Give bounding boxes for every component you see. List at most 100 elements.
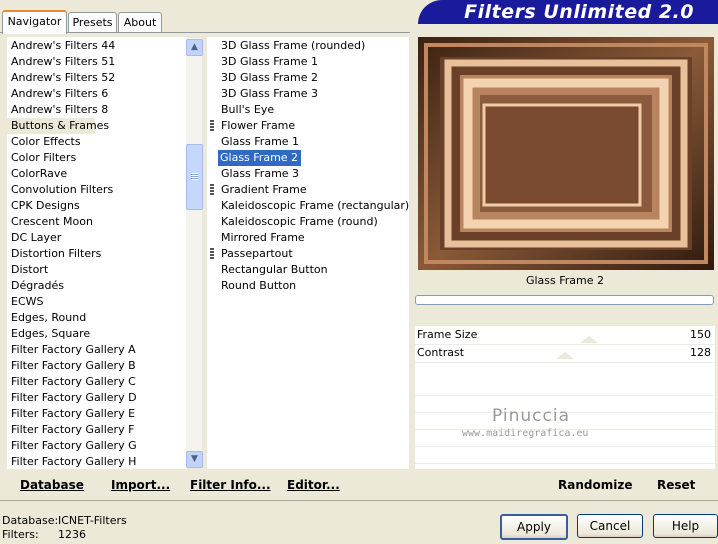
param-value: 150 xyxy=(690,328,711,341)
category-item[interactable]: Filter Factory Gallery F xyxy=(7,422,187,438)
filter-item[interactable]: Mirrored Frame xyxy=(217,230,409,246)
category-item[interactable]: Andrew's Filters 52 xyxy=(7,70,187,86)
category-item[interactable]: Filter Factory Gallery E xyxy=(7,406,187,422)
param-label: Contrast xyxy=(417,346,465,359)
category-item[interactable]: Buttons & Frames xyxy=(7,118,109,134)
filter-item-label: Mirrored Frame xyxy=(221,231,305,244)
category-list[interactable]: Andrew's Filters 44 Andrew's Filters 51 An… xyxy=(7,37,187,469)
filter-item[interactable]: Gradient Frame xyxy=(210,182,409,198)
filter-item-label: Glass Frame 2 xyxy=(218,150,302,166)
filter-item-label: Rectangular Button xyxy=(221,263,328,276)
category-item[interactable]: DC Layer xyxy=(7,230,187,246)
slider-marker-contrast[interactable] xyxy=(556,352,574,359)
category-item[interactable]: Andrew's Filters 44 xyxy=(7,38,187,54)
filter-item-label: 3D Glass Frame (rounded) xyxy=(221,39,366,52)
preview-image xyxy=(418,37,714,270)
filter-item[interactable]: Round Button xyxy=(217,278,409,294)
cancel-button[interactable]: Cancel xyxy=(577,514,643,538)
filter-info-button[interactable]: Filter Info... xyxy=(190,478,271,492)
filter-item[interactable]: Passepartout xyxy=(210,246,409,262)
filter-item-label: Flower Frame xyxy=(221,119,296,132)
filter-item[interactable]: 3D Glass Frame 1 xyxy=(217,54,409,70)
category-item[interactable]: Convolution Filters xyxy=(7,182,187,198)
category-item[interactable]: Filter Factory Gallery G xyxy=(7,438,187,454)
filter-item-label: Glass Frame 3 xyxy=(221,167,300,180)
category-item[interactable]: CPK Designs xyxy=(7,198,187,214)
tab-about[interactable]: About xyxy=(118,12,162,32)
apply-button[interactable]: Apply xyxy=(500,514,568,540)
category-item[interactable]: Color Effects xyxy=(7,134,187,150)
filter-item-label: Gradient Frame xyxy=(221,183,307,196)
title-banner: Filters Unlimited 2.0 xyxy=(418,0,718,24)
scroll-down-button[interactable]: ▼ xyxy=(186,451,203,468)
banner-title: Filters Unlimited 2.0 xyxy=(464,1,694,23)
watermark-url: www.maidiregrafica.eu xyxy=(462,428,589,439)
filter-item[interactable]: Bull's Eye xyxy=(217,102,409,118)
category-item[interactable]: Andrew's Filters 8 xyxy=(7,102,187,118)
status-filters-value: 1236 xyxy=(58,528,86,541)
randomize-button[interactable]: Randomize xyxy=(558,478,632,492)
selected-filter-name: Glass Frame 2 xyxy=(525,274,605,287)
folder-grip-icon xyxy=(210,120,214,131)
help-button[interactable]: Help xyxy=(653,514,718,538)
filter-item-label: 3D Glass Frame 2 xyxy=(221,71,319,84)
filter-item-label: Passepartout xyxy=(221,247,293,260)
scroll-up-button[interactable]: ▲ xyxy=(186,39,203,56)
category-item[interactable]: Filter Factory Gallery C xyxy=(7,374,187,390)
filter-item[interactable]: Flower Frame xyxy=(210,118,409,134)
filter-list[interactable]: 3D Glass Frame (rounded) 3D Glass Frame 1… xyxy=(207,37,409,469)
footer-divider xyxy=(0,500,718,501)
category-item[interactable]: Edges, Square xyxy=(7,326,187,342)
category-item[interactable]: Dégradés xyxy=(7,278,187,294)
status-database-label: Database: xyxy=(2,514,59,527)
category-item[interactable]: Andrew's Filters 51 xyxy=(7,54,187,70)
editor-button[interactable]: Editor... xyxy=(287,478,340,492)
status-filters-label: Filters: xyxy=(2,528,39,541)
category-item[interactable]: Distort xyxy=(7,262,187,278)
filter-item[interactable]: Glass Frame 3 xyxy=(217,166,409,182)
status-database-value: ICNET-Filters xyxy=(58,514,127,527)
tab-navigator[interactable]: Navigator xyxy=(2,10,67,34)
slider-marker-frame-size[interactable] xyxy=(580,336,598,343)
tab-presets[interactable]: Presets xyxy=(68,12,117,32)
category-item[interactable]: Crescent Moon xyxy=(7,214,187,230)
category-item[interactable]: Filter Factory Gallery B xyxy=(7,358,187,374)
glass-frame-preview xyxy=(418,37,714,270)
filter-item[interactable]: Kaleidoscopic Frame (round) xyxy=(217,214,409,230)
filter-item[interactable]: 3D Glass Frame 2 xyxy=(217,70,409,86)
filter-item[interactable]: Glass Frame 1 xyxy=(217,134,409,150)
category-item[interactable]: Color Filters xyxy=(7,150,187,166)
param-label: Frame Size xyxy=(417,328,478,341)
filter-item-label: Round Button xyxy=(221,279,297,292)
database-button[interactable]: Database xyxy=(20,478,84,492)
category-item[interactable]: Distortion Filters xyxy=(7,246,187,262)
category-item[interactable]: Edges, Round xyxy=(7,310,187,326)
param-value: 128 xyxy=(690,346,711,359)
watermark-name: Pinuccia xyxy=(492,406,570,426)
filter-item-label: Kaleidoscopic Frame (round) xyxy=(221,215,378,228)
filter-item-label: Glass Frame 1 xyxy=(221,135,300,148)
filter-item-label: Bull's Eye xyxy=(221,103,275,116)
scroll-thumb[interactable] xyxy=(186,144,203,210)
category-item[interactable]: ColorRave xyxy=(7,166,187,182)
folder-grip-icon xyxy=(210,184,214,195)
progress-bar xyxy=(415,295,714,305)
filter-item[interactable]: Kaleidoscopic Frame (rectangular) xyxy=(217,198,409,214)
grip-lines xyxy=(191,173,198,180)
category-item[interactable]: Andrew's Filters 6 xyxy=(7,86,187,102)
filter-item[interactable]: 3D Glass Frame (rounded) xyxy=(217,38,409,54)
filter-item-label: 3D Glass Frame 3 xyxy=(221,87,319,100)
filter-item[interactable]: 3D Glass Frame 3 xyxy=(217,86,409,102)
category-item[interactable]: Filter Factory Gallery H xyxy=(7,454,187,469)
param-row[interactable]: Frame Size 150 xyxy=(415,327,715,345)
category-item[interactable]: Filter Factory Gallery D xyxy=(7,390,187,406)
category-scrollbar[interactable]: ▲ ▼ xyxy=(186,38,203,468)
import-button[interactable]: Import... xyxy=(111,478,170,492)
category-item[interactable]: Filter Factory Gallery A xyxy=(7,342,187,358)
filter-item-label: 3D Glass Frame 1 xyxy=(221,55,319,68)
category-item[interactable]: ECWS xyxy=(7,294,187,310)
filter-item[interactable]: Glass Frame 2 xyxy=(217,150,409,166)
filter-item[interactable]: Rectangular Button xyxy=(217,262,409,278)
reset-button[interactable]: Reset xyxy=(657,478,695,492)
filter-item-label: Kaleidoscopic Frame (rectangular) xyxy=(221,199,410,212)
